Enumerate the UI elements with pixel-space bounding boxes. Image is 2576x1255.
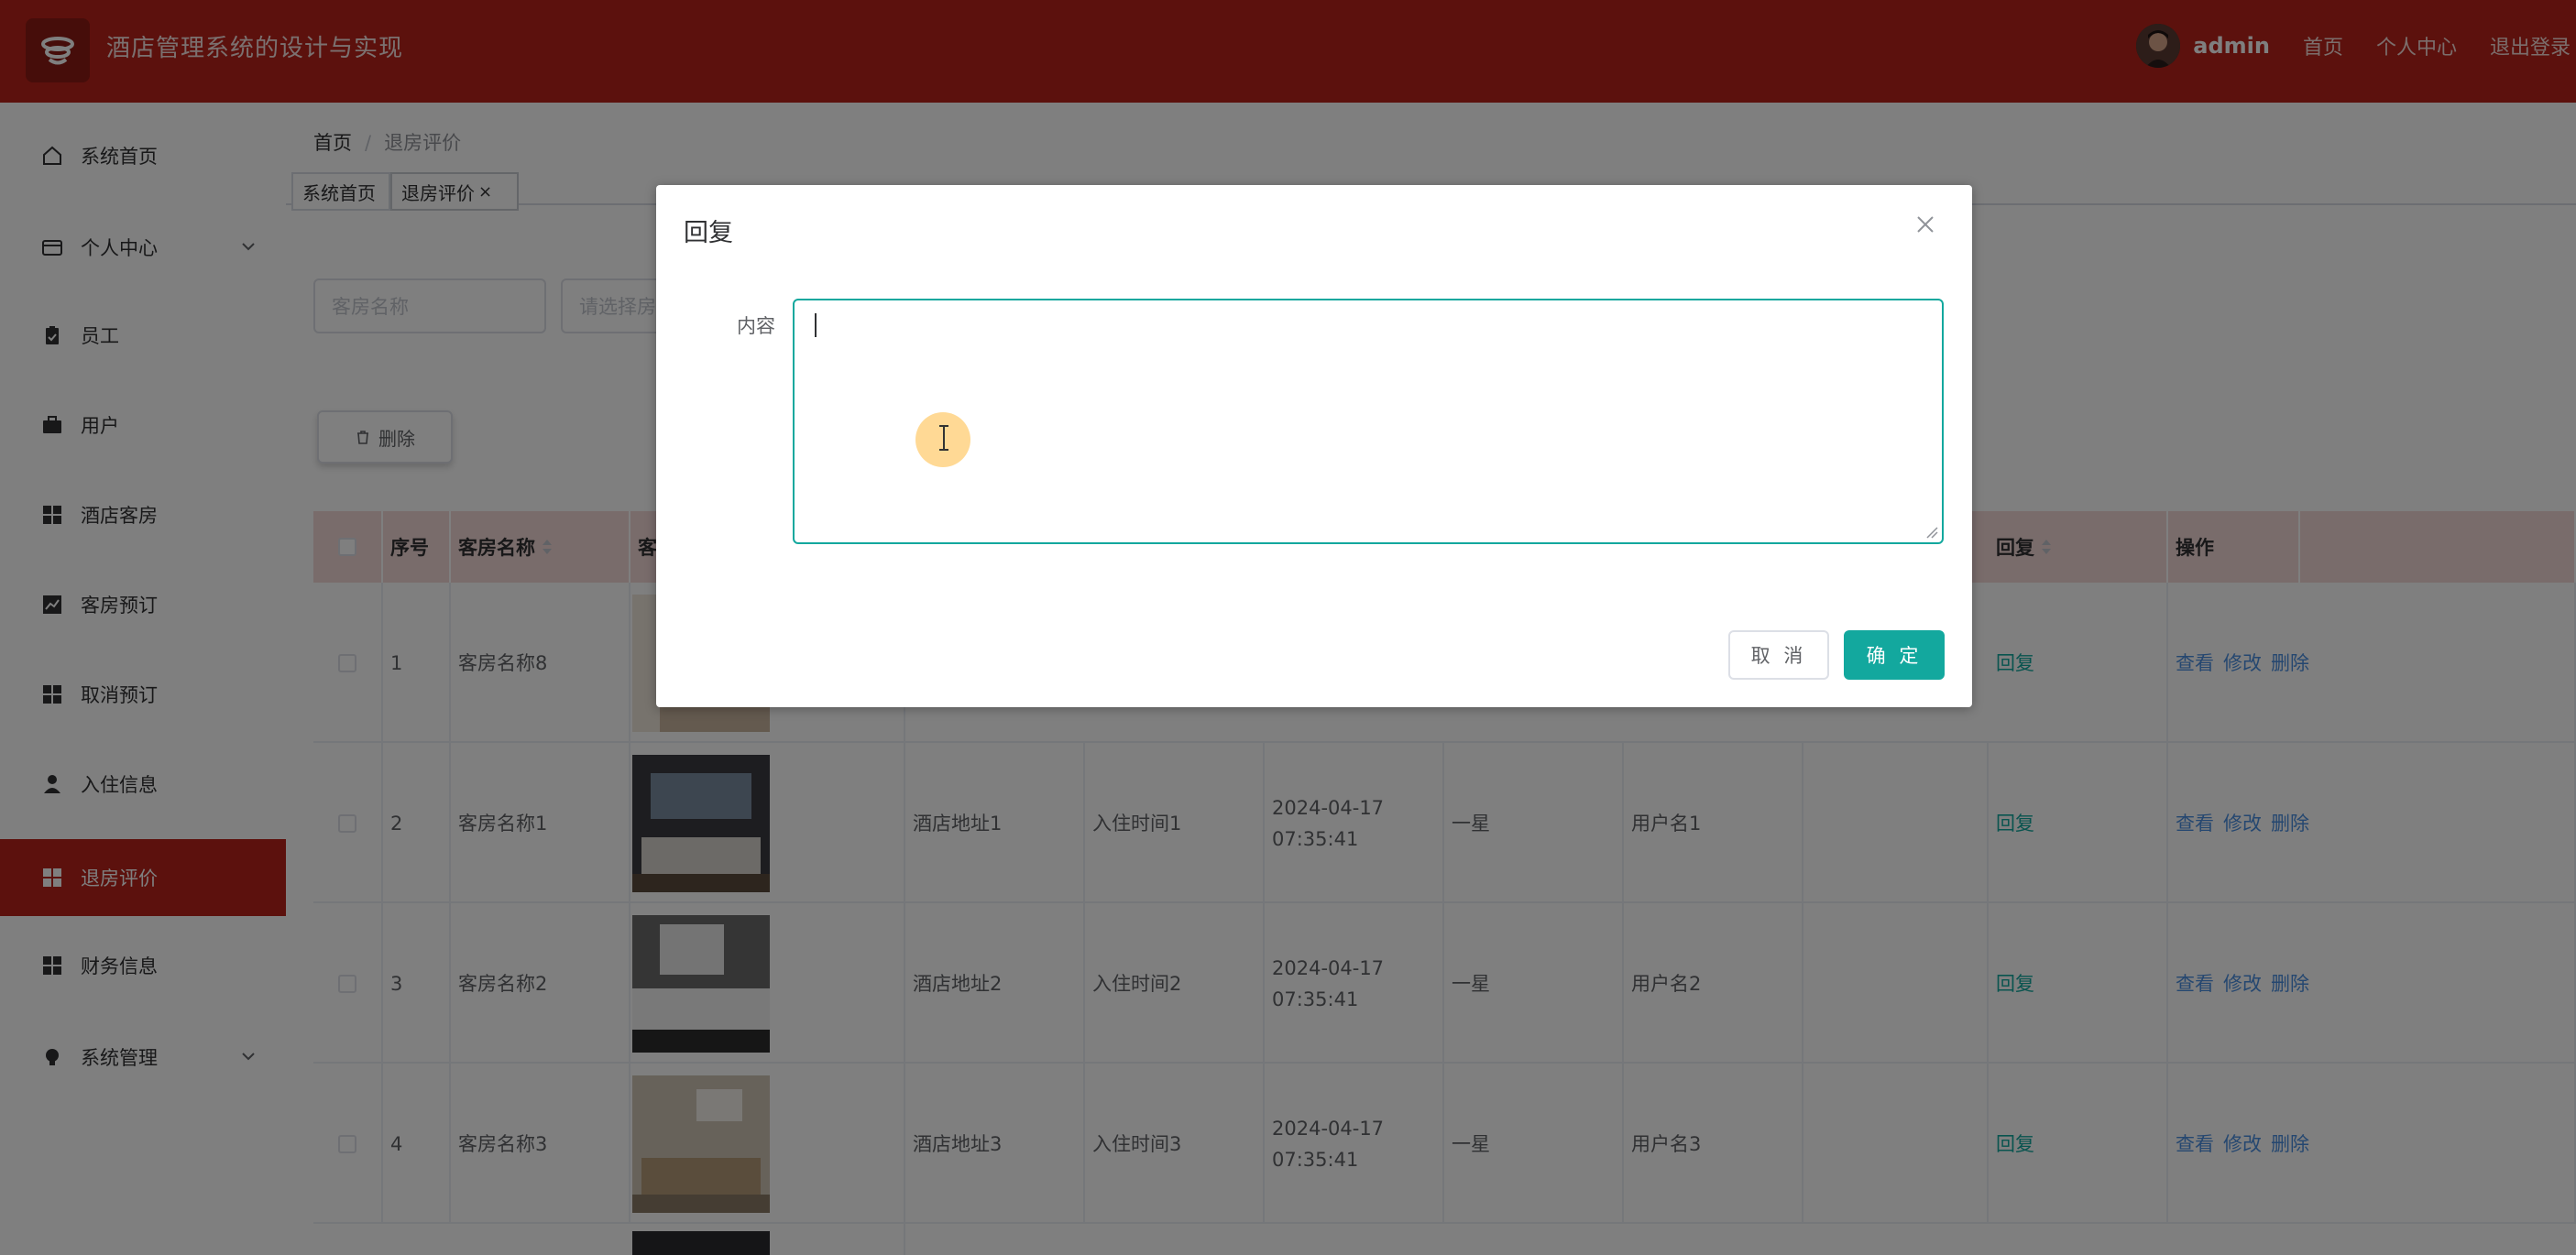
text-cursor-icon xyxy=(939,425,948,451)
dialog-title: 回复 xyxy=(684,219,733,247)
resize-handle-icon[interactable] xyxy=(1925,526,1938,539)
text-caret xyxy=(815,313,817,337)
content-label: 内容 xyxy=(737,315,775,337)
confirm-button[interactable]: 确 定 xyxy=(1844,630,1945,680)
close-icon[interactable] xyxy=(1913,213,1937,236)
cancel-button[interactable]: 取 消 xyxy=(1728,630,1829,680)
reply-content-textarea[interactable] xyxy=(793,299,1944,544)
reply-dialog: 回复 内容 取 消 确 定 xyxy=(656,185,1972,707)
